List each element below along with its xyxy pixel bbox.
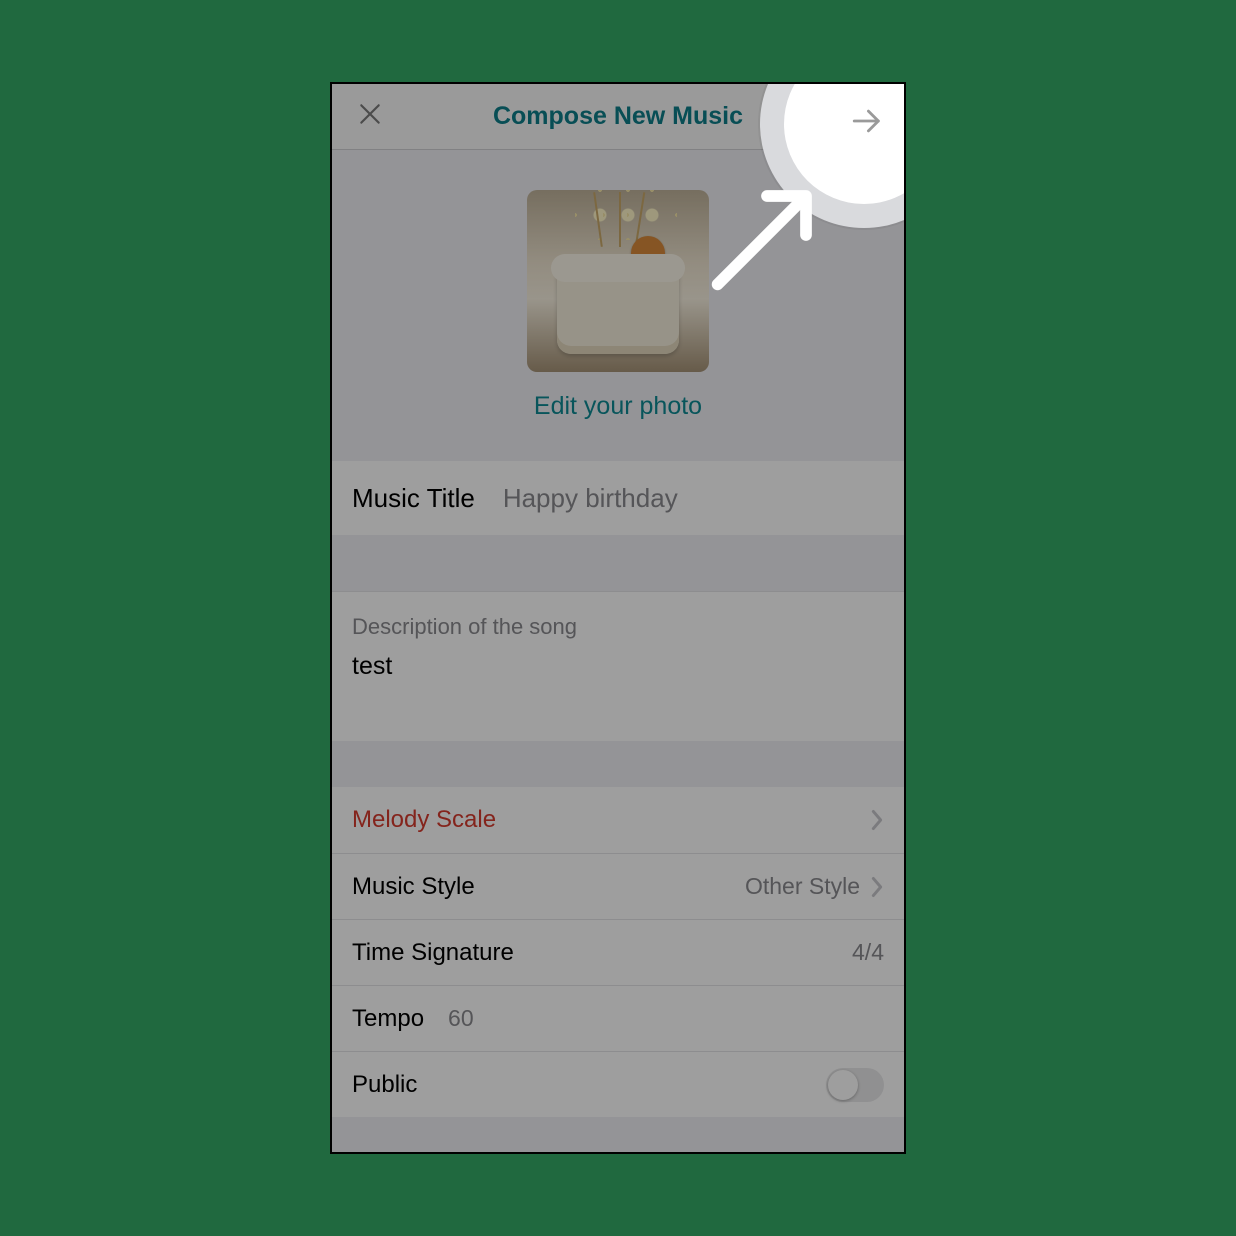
music-title-row[interactable]: Music Title Happy birthday: [332, 461, 904, 535]
time-signature-row[interactable]: Time Signature 4/4: [332, 919, 904, 985]
next-button-highlighted[interactable]: [850, 104, 884, 143]
chevron-right-icon: [870, 876, 884, 898]
music-style-label: Music Style: [352, 873, 475, 901]
settings-section: Melody Scale Music Style Other Style Tim…: [332, 787, 904, 1117]
chevron-right-icon: [870, 809, 884, 831]
tempo-row[interactable]: Tempo 60: [332, 985, 904, 1051]
spacer: [332, 535, 904, 591]
melody-scale-row[interactable]: Melody Scale: [332, 787, 904, 853]
close-button[interactable]: [350, 97, 390, 137]
edit-photo-link[interactable]: Edit your photo: [534, 392, 702, 421]
music-title-label: Music Title: [352, 483, 475, 514]
photo-thumbnail[interactable]: [527, 190, 709, 372]
tempo-value: 60: [448, 1005, 474, 1032]
music-style-row[interactable]: Music Style Other Style: [332, 853, 904, 919]
close-icon: [357, 101, 383, 132]
description-header: Description of the song: [332, 591, 904, 648]
music-title-input[interactable]: Happy birthday: [503, 483, 678, 514]
time-signature-label: Time Signature: [352, 939, 514, 967]
arrow-right-icon: [850, 125, 884, 142]
toggle-knob: [828, 1070, 858, 1100]
tempo-label: Tempo: [352, 1005, 424, 1033]
time-signature-value: 4/4: [852, 939, 884, 966]
public-label: Public: [352, 1071, 417, 1099]
description-textarea[interactable]: test: [332, 648, 904, 741]
spacer: [332, 741, 904, 787]
public-row: Public: [332, 1051, 904, 1117]
app-screen: Compose New Music Edit your photo Music …: [330, 82, 906, 1154]
music-style-value: Other Style: [745, 873, 860, 900]
melody-scale-label: Melody Scale: [352, 806, 496, 834]
coachmark-spotlight-inner: [784, 82, 906, 204]
public-toggle[interactable]: [826, 1068, 884, 1102]
